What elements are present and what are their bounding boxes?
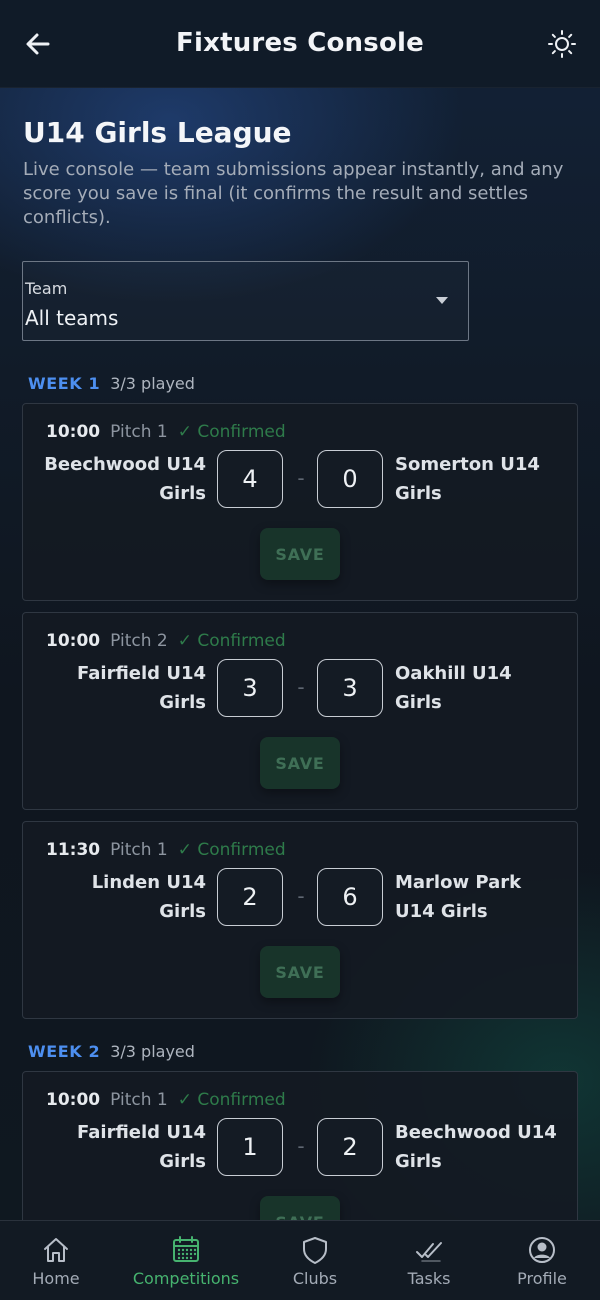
home-score-input[interactable]: 4	[217, 450, 283, 508]
week-label: WEEK 1	[28, 374, 101, 393]
away-team-name: Oakhill U14 Girls	[395, 663, 512, 713]
week-label: WEEK 2	[28, 1042, 101, 1061]
fixture-status: ✓ Confirmed	[177, 1090, 286, 1110]
nav-item-clubs[interactable]: Clubs	[255, 1221, 375, 1300]
league-title: U14 Girls League	[23, 116, 292, 149]
nav-item-profile[interactable]: Profile	[482, 1221, 600, 1300]
away-score-input[interactable]: 2	[317, 1118, 383, 1176]
away-team-name: Marlow Park U14 Girls	[395, 872, 522, 922]
team-filter-label: Team	[25, 279, 68, 298]
home-score-input[interactable]: 2	[217, 868, 283, 926]
score-separator: -	[297, 466, 305, 490]
home-icon	[41, 1235, 71, 1265]
nav-item-label: Profile	[517, 1269, 567, 1288]
nav-item-label: Home	[32, 1269, 80, 1288]
fixture-pitch: Pitch 1	[110, 1090, 168, 1110]
home-team-name: Beechwood U14 Girls	[44, 454, 206, 504]
fixture-meta: 11:30 Pitch 1 ✓ Confirmed	[46, 840, 286, 860]
week-played-count: 3/3 played	[110, 1042, 195, 1061]
away-score-input[interactable]: 0	[317, 450, 383, 508]
fixture-time: 10:00	[46, 422, 101, 442]
fixture-status: ✓ Confirmed	[177, 631, 286, 651]
fixture-time: 11:30	[46, 840, 101, 860]
week-played-count: 3/3 played	[110, 374, 195, 393]
nav-item-label: Competitions	[132, 1269, 240, 1288]
save-button[interactable]: SAVE	[260, 528, 340, 580]
bottom-navigation: Home Competitions Clubs Tasks Profile	[0, 1220, 600, 1300]
fixture-meta: 10:00 Pitch 1 ✓ Confirmed	[46, 1090, 286, 1110]
save-button[interactable]: SAVE	[260, 946, 340, 998]
nav-item-home[interactable]: Home	[0, 1221, 116, 1300]
home-team-name: Fairfield U14 Girls	[77, 663, 206, 713]
fixture-time: 10:00	[46, 1090, 101, 1110]
fixture-status: ✓ Confirmed	[177, 840, 286, 860]
save-button[interactable]: SAVE	[260, 737, 340, 789]
home-team-name: Fairfield U14 Girls	[77, 1122, 206, 1172]
fixture-meta: 10:00 Pitch 2 ✓ Confirmed	[46, 631, 286, 651]
away-team-name: Somerton U14 Girls	[395, 454, 540, 504]
score-separator: -	[297, 675, 305, 699]
double-check-icon	[414, 1235, 444, 1265]
home-score-input[interactable]: 3	[217, 659, 283, 717]
week-header: WEEK 2 3/3 played	[28, 1042, 195, 1061]
fixture-status: ✓ Confirmed	[177, 422, 286, 442]
week-header: WEEK 1 3/3 played	[28, 374, 195, 393]
league-description: Live console — team submissions appear i…	[23, 159, 564, 228]
home-score-input[interactable]: 1	[217, 1118, 283, 1176]
nav-item-label: Clubs	[292, 1269, 338, 1288]
team-filter-value: All teams	[25, 306, 119, 330]
fixture-pitch: Pitch 1	[110, 840, 168, 860]
fixture-card: 11:30 Pitch 1 ✓ Confirmed Linden U14 Gir…	[22, 821, 578, 1019]
away-score-input[interactable]: 6	[317, 868, 383, 926]
nav-item-tasks[interactable]: Tasks	[369, 1221, 489, 1300]
score-separator: -	[297, 884, 305, 908]
away-team-name: Beechwood U14 Girls	[395, 1122, 557, 1172]
user-circle-icon	[527, 1235, 557, 1265]
nav-item-label: Tasks	[407, 1269, 451, 1288]
sun-icon	[547, 29, 577, 63]
home-team-name: Linden U14 Girls	[91, 872, 206, 922]
fixture-card: 10:00 Pitch 1 ✓ Confirmed Beechwood U14 …	[22, 403, 578, 601]
dropdown-caret-icon	[436, 297, 448, 304]
theme-toggle-button[interactable]	[542, 26, 582, 66]
score-separator: -	[297, 1134, 305, 1158]
fixture-time: 10:00	[46, 631, 101, 651]
fixture-card: 10:00 Pitch 2 ✓ Confirmed Fairfield U14 …	[22, 612, 578, 810]
top-app-bar: Fixtures Console	[0, 0, 600, 88]
shield-icon	[300, 1235, 330, 1265]
calendar-icon	[171, 1235, 201, 1265]
page-title: Fixtures Console	[176, 28, 424, 58]
fixture-pitch: Pitch 1	[110, 422, 168, 442]
team-filter-select[interactable]: Team All teams	[22, 261, 469, 341]
nav-item-competitions[interactable]: Competitions	[126, 1221, 246, 1300]
fixture-pitch: Pitch 2	[110, 631, 168, 651]
fixture-meta: 10:00 Pitch 1 ✓ Confirmed	[46, 422, 286, 442]
away-score-input[interactable]: 3	[317, 659, 383, 717]
